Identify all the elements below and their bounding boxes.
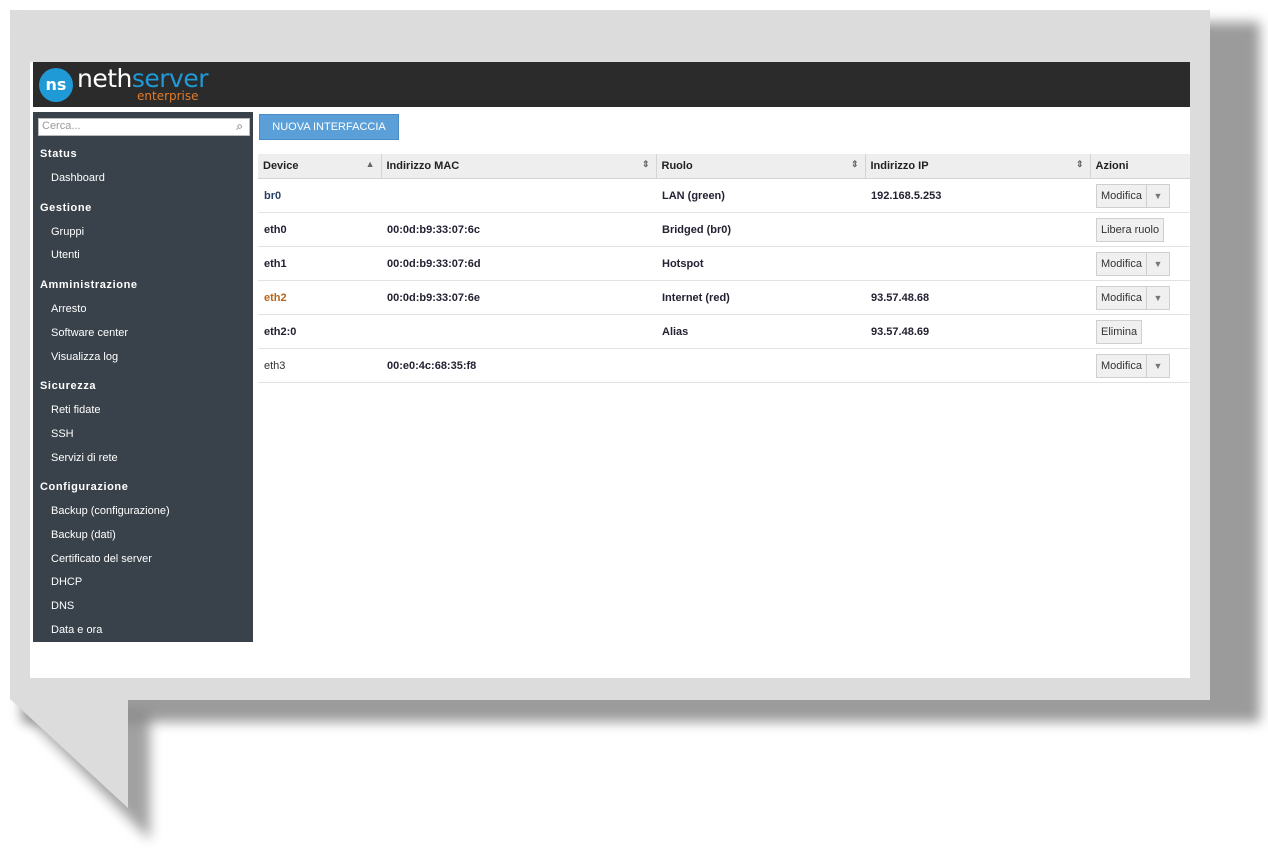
ip-cell: 93.57.48.69 (865, 314, 1090, 349)
sort-icon: ⇕ (850, 159, 859, 169)
sidebar-section-amministrazione: Amministrazione (40, 279, 138, 292)
column-header-actions: Azioni (1090, 154, 1190, 179)
chevron-down-icon[interactable]: ▼ (1145, 252, 1169, 275)
logo-icon: ns (39, 68, 73, 102)
sort-icon: ⇕ (641, 159, 650, 169)
action-button[interactable]: Modifica ▼ (1096, 285, 1170, 310)
action-button[interactable]: Modifica ▼ (1096, 251, 1170, 276)
sidebar-item[interactable]: Backup (configurazione) (51, 505, 170, 517)
sidebar-item[interactable]: Utenti (51, 249, 80, 261)
mac-cell: 00:0d:b9:33:07:6d (381, 246, 656, 281)
ip-cell (865, 246, 1090, 281)
ip-cell: 192.168.5.253 (865, 178, 1090, 213)
sidebar-item[interactable]: SSH (51, 428, 74, 440)
table-row[interactable]: eth1 00:0d:b9:33:07:6d Hotspot Modifica ▼ (258, 246, 1190, 281)
role-cell: Internet (red) (656, 280, 865, 315)
actions-cell: Modifica ▼ (1090, 246, 1190, 281)
actions-cell: Modifica ▼ (1090, 178, 1190, 213)
action-button[interactable]: Elimina (1096, 319, 1143, 344)
actions-cell: Elimina (1090, 314, 1190, 349)
device-cell: eth2 (258, 280, 381, 315)
sidebar-item[interactable]: Dashboard (51, 172, 105, 184)
actions-cell: Modifica ▼ (1090, 348, 1190, 383)
device-cell: br0 (258, 178, 381, 213)
chevron-down-icon[interactable]: ▼ (1145, 286, 1169, 309)
app-window: ns nethserver enterprise Cerca... ⌕ Stat… (30, 62, 1190, 678)
sidebar-item[interactable]: Servizi di rete (51, 452, 118, 464)
sidebar-section-gestione: Gestione (40, 201, 92, 214)
mac-cell (381, 178, 656, 213)
chevron-down-icon[interactable]: ▼ (1145, 354, 1169, 377)
role-cell: Hotspot (656, 246, 865, 281)
column-header-device[interactable]: Device ▲ (258, 154, 382, 179)
search-icon[interactable]: ⌕ (236, 119, 243, 134)
new-interface-button[interactable]: NUOVA INTERFACCIA (259, 114, 399, 140)
role-cell: LAN (green) (656, 178, 865, 213)
action-label: Elimina (1101, 325, 1138, 338)
sidebar: Cerca... ⌕ Status Dashboard Gestione Gruppi… (33, 112, 253, 642)
role-cell: Alias (656, 314, 865, 349)
chevron-down-icon[interactable]: ▼ (1145, 184, 1169, 207)
ip-cell: 93.57.48.68 (865, 280, 1090, 315)
device-cell: eth1 (258, 246, 381, 281)
action-label: Modifica (1101, 257, 1142, 270)
actions-cell: Modifica ▼ (1090, 280, 1190, 315)
action-button[interactable]: Modifica ▼ (1096, 353, 1170, 378)
sidebar-item[interactable]: Arresto (51, 303, 86, 315)
search-input[interactable]: Cerca... ⌕ (38, 118, 250, 136)
search-placeholder: Cerca... (42, 120, 81, 132)
table-row[interactable]: eth2 00:0d:b9:33:07:6e Internet (red) 93.57… (258, 280, 1190, 315)
sidebar-item[interactable]: Reti fidate (51, 404, 101, 416)
mac-cell: 00:0d:b9:33:07:6c (381, 212, 656, 247)
sidebar-item[interactable]: Backup (dati) (51, 529, 116, 541)
action-label: Modifica (1101, 291, 1142, 304)
sidebar-section-status: Status (40, 148, 78, 160)
mac-cell: 00:e0:4c:68:35:f8 (381, 348, 656, 383)
action-button[interactable]: Libera ruolo (1096, 217, 1165, 242)
sidebar-item[interactable]: DHCP (51, 576, 82, 588)
role-cell (656, 348, 865, 383)
table-row[interactable]: br0 LAN (green) 192.168.5.253 Modifica ▼ (258, 178, 1190, 213)
sidebar-item[interactable]: Software center (51, 327, 128, 339)
table-row[interactable]: eth3 00:e0:4c:68:35:f8 Modifica ▼ (258, 348, 1190, 383)
device-cell: eth2:0 (258, 314, 381, 349)
mac-cell (381, 314, 656, 349)
sidebar-item[interactable]: Certificato del server (51, 553, 152, 565)
device-cell: eth0 (258, 212, 381, 247)
sidebar-section-sicurezza: Sicurezza (40, 380, 97, 393)
mac-cell: 00:0d:b9:33:07:6e (381, 280, 656, 315)
brand-subtitle: enterprise (137, 89, 199, 103)
table-header-row: Device ▲ Indirizzo MAC ⇕ Ruolo ⇕ Indirizzo … (258, 154, 1190, 179)
sort-asc-icon: ▲ (365, 159, 375, 169)
column-header-ip[interactable]: Indirizzo IP ⇕ (865, 154, 1091, 179)
action-label: Modifica (1101, 189, 1142, 202)
role-cell: Bridged (br0) (656, 212, 865, 247)
sidebar-item[interactable]: Visualizza log (51, 351, 118, 363)
sort-icon: ⇕ (1075, 159, 1084, 169)
sidebar-item[interactable]: DNS (51, 600, 74, 612)
actions-cell: Libera ruolo (1090, 212, 1190, 247)
column-header-role[interactable]: Ruolo ⇕ (656, 154, 866, 179)
action-button[interactable]: Modifica ▼ (1096, 183, 1170, 208)
sidebar-item[interactable]: Gruppi (51, 226, 84, 238)
sidebar-item[interactable]: Data e ora (51, 624, 102, 636)
action-label: Libera ruolo (1101, 223, 1160, 236)
table-row[interactable]: eth0 00:0d:b9:33:07:6c Bridged (br0) Libera… (258, 212, 1190, 247)
ip-cell (865, 212, 1090, 247)
device-cell: eth3 (258, 348, 381, 383)
table-row[interactable]: eth2:0 Alias 93.57.48.69 Elimina (258, 314, 1190, 349)
interfaces-table: Device ▲ Indirizzo MAC ⇕ Ruolo ⇕ Indirizzo … (258, 154, 1190, 383)
action-label: Modifica (1101, 359, 1142, 372)
column-header-mac[interactable]: Indirizzo MAC ⇕ (381, 154, 657, 179)
ip-cell (865, 348, 1090, 383)
top-bar: ns nethserver enterprise (33, 62, 1190, 107)
sidebar-section-configurazione: Configurazione (40, 481, 129, 494)
